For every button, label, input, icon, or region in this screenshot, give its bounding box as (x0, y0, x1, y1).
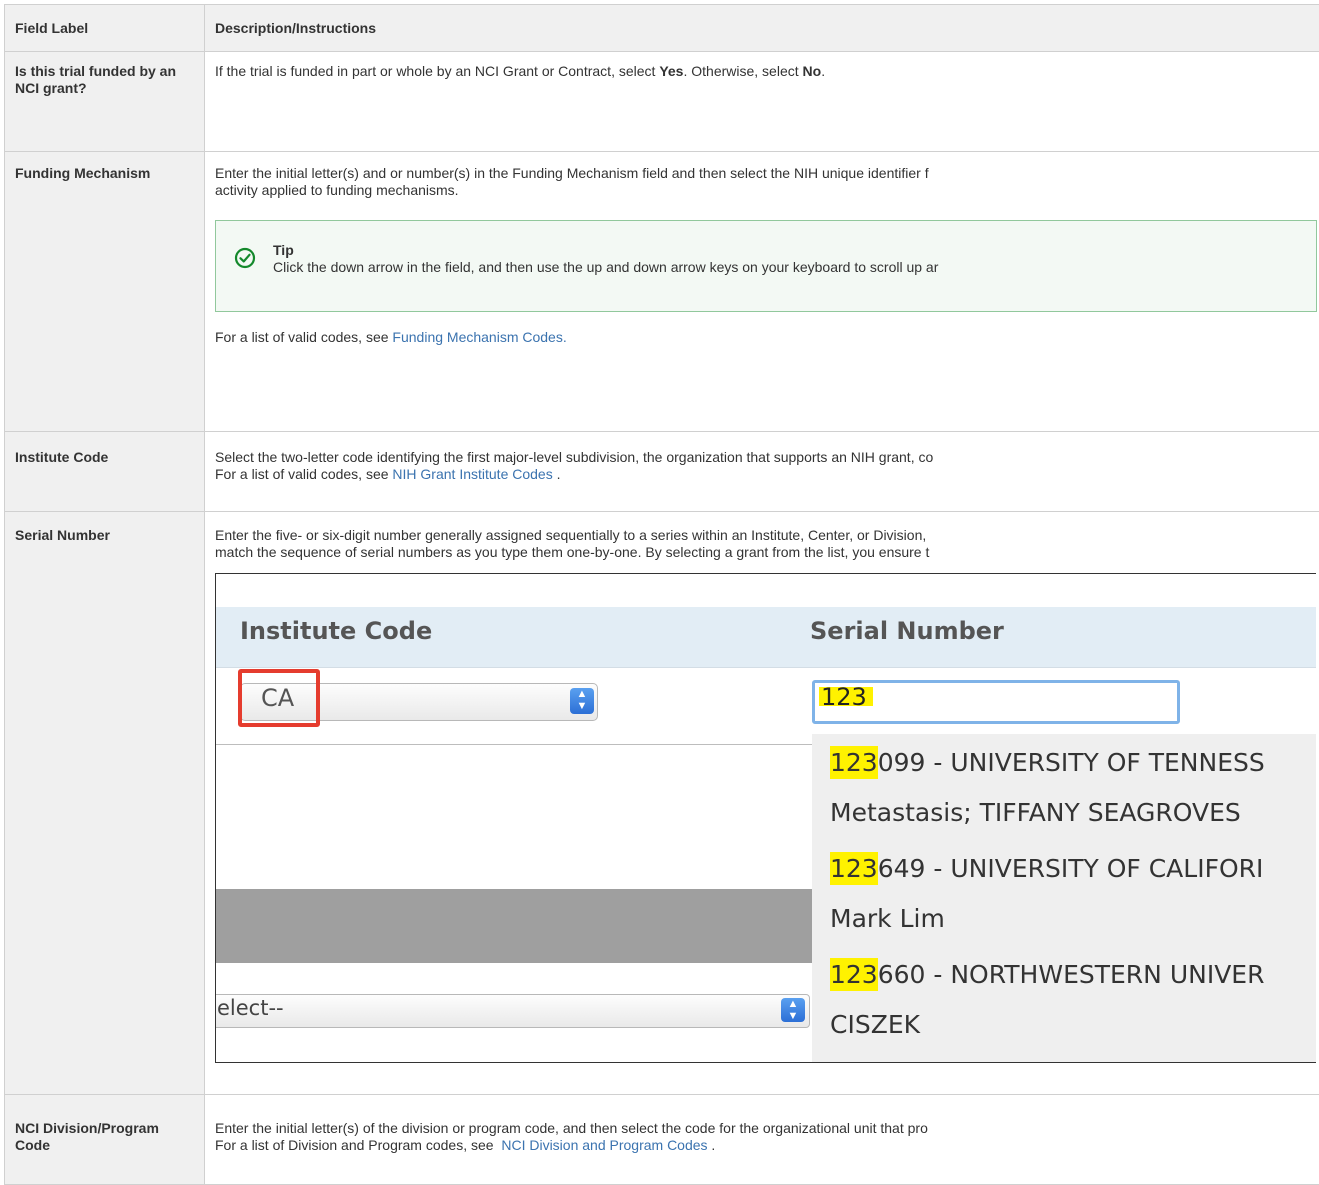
tip-panel: Tip Click the down arrow in the field, a… (215, 220, 1317, 312)
table-row: Funding Mechanism Enter the initial lett… (5, 152, 1319, 432)
serial-number-heading: Serial Number (810, 623, 1004, 640)
row-label: Serial Number (5, 512, 205, 1095)
row-label: NCI Division/Program Code (5, 1095, 205, 1185)
highlight-box (238, 669, 320, 727)
table-row: Institute Code Select the two-letter cod… (5, 432, 1319, 512)
codes-line: For a list of valid codes, see Funding M… (215, 329, 1314, 346)
gray-band (216, 889, 816, 963)
select-arrows-icon: ▲▼ (570, 688, 594, 714)
field-instructions-table: Field Label Description/Instructions Is … (4, 4, 1319, 1185)
lower-select[interactable]: elect-- ▲▼ (215, 994, 810, 1028)
serial-number-value: 123 (819, 687, 873, 706)
header-field-label: Field Label (5, 5, 205, 52)
row-description: Select the two-letter code identifying t… (205, 432, 1319, 512)
serial-number-screenshot: Institute Code Serial Number CA ▲▼ elect… (215, 573, 1316, 1063)
row-description: If the trial is funded in part or whole … (205, 52, 1319, 152)
row-description: Enter the initial letter(s) and or numbe… (205, 152, 1319, 432)
lower-select-value: elect-- (217, 1000, 284, 1017)
codes-line: For a list of Division and Program codes… (215, 1137, 1314, 1154)
check-circle-icon (234, 247, 256, 269)
description-line: match the sequence of serial numbers as … (215, 544, 1314, 561)
table-header-row: Field Label Description/Instructions (5, 5, 1319, 52)
divider (216, 744, 816, 745)
institute-codes-link[interactable]: NIH Grant Institute Codes (392, 466, 552, 482)
screenshot-header: Institute Code Serial Number (216, 607, 1316, 668)
row-label: Funding Mechanism (5, 152, 205, 432)
tip-title: Tip (273, 242, 294, 259)
funding-mechanism-codes-link[interactable]: Funding Mechanism Codes. (392, 329, 566, 345)
serial-suggestions-list: 123099 - UNIVERSITY OF TENNESS Metastasi… (812, 734, 1316, 1063)
header-description: Description/Instructions (205, 5, 1319, 52)
row-label: Institute Code (5, 432, 205, 512)
table-row: Is this trial funded by an NCI grant? If… (5, 52, 1319, 152)
row-description: Enter the five- or six-digit number gene… (205, 512, 1319, 1095)
table-row: NCI Division/Program Code Enter the init… (5, 1095, 1319, 1185)
row-label: Is this trial funded by an NCI grant? (5, 52, 205, 152)
select-arrows-icon: ▲▼ (781, 998, 805, 1022)
serial-number-input[interactable]: 123 (812, 680, 1180, 724)
description-line: Enter the initial letter(s) of the divis… (215, 1120, 1314, 1137)
description-line: activity applied to funding mechanisms. (215, 182, 1314, 199)
tip-body: Click the down arrow in the field, and t… (273, 259, 938, 276)
nci-division-codes-link[interactable]: NCI Division and Program Codes (501, 1137, 707, 1153)
table-row: Serial Number Enter the five- or six-dig… (5, 512, 1319, 1095)
institute-code-heading: Institute Code (240, 623, 432, 640)
description-line: Select the two-letter code identifying t… (215, 449, 1314, 466)
row-description: Enter the initial letter(s) of the divis… (205, 1095, 1319, 1185)
codes-line: For a list of valid codes, see NIH Grant… (215, 466, 1314, 483)
description-line: Enter the initial letter(s) and or numbe… (215, 165, 1314, 182)
description-line: Enter the five- or six-digit number gene… (215, 527, 1314, 544)
